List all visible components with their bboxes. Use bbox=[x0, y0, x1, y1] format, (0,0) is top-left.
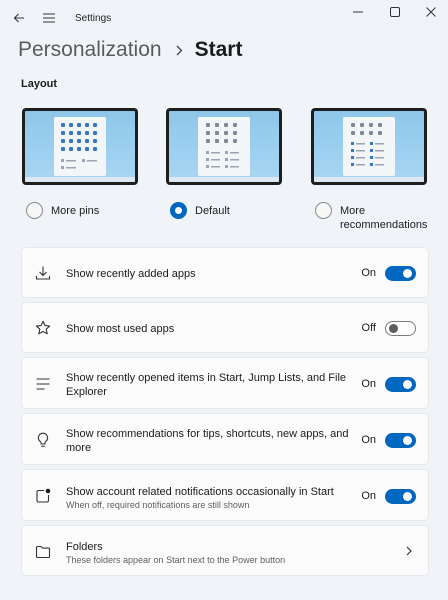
setting-label-main: Show account related notifications occas… bbox=[66, 486, 334, 498]
breadcrumb-personalization[interactable]: Personalization bbox=[18, 38, 162, 62]
preview-screen bbox=[25, 111, 135, 182]
hamburger-menu-icon[interactable] bbox=[39, 8, 59, 28]
radio-option-more-recommendations[interactable]: More recommendations bbox=[315, 202, 432, 232]
preview-screen bbox=[169, 111, 279, 182]
toggle-most-used-apps[interactable] bbox=[385, 321, 416, 336]
preview-screen bbox=[314, 111, 424, 182]
layout-preview-default[interactable] bbox=[166, 108, 282, 185]
back-arrow-icon[interactable] bbox=[9, 8, 29, 28]
toggle-state-text: On bbox=[361, 490, 376, 502]
radio-option-default[interactable]: Default bbox=[170, 202, 230, 219]
preview-taskbar bbox=[169, 177, 279, 182]
setting-label: Show recommendations for tips, shortcuts… bbox=[66, 428, 349, 454]
setting-label: Show recently added apps bbox=[66, 268, 196, 280]
setting-label: Show recently opened items in Start, Jum… bbox=[66, 372, 347, 398]
radio-label: Default bbox=[195, 205, 230, 217]
setting-label: Folders These folders appear on Start ne… bbox=[66, 540, 366, 566]
chevron-right-icon bbox=[176, 45, 183, 56]
radio-option-more-pins[interactable]: More pins bbox=[26, 202, 99, 219]
breadcrumb: Personalization Start bbox=[18, 36, 242, 64]
setting-card-recently-opened-items: Show recently opened items in Start, Jum… bbox=[21, 357, 429, 409]
radio-default[interactable] bbox=[170, 202, 187, 219]
setting-label-main: Folders bbox=[66, 541, 103, 553]
layout-preview-more-recommendations[interactable] bbox=[311, 108, 427, 185]
layout-preview-more-pins[interactable] bbox=[22, 108, 138, 185]
radio-label: More pins bbox=[51, 205, 100, 217]
toggle-state-text: Off bbox=[361, 322, 376, 334]
preview-taskbar bbox=[314, 177, 424, 182]
setting-card-account-notifications: Show account related notifications occas… bbox=[21, 469, 429, 521]
toggle-state-text: On bbox=[361, 267, 376, 279]
toggle-recently-opened-items[interactable] bbox=[385, 377, 416, 392]
toggle-state-text: On bbox=[361, 434, 376, 446]
setting-card-folders[interactable]: Folders These folders appear on Start ne… bbox=[21, 525, 429, 576]
lightbulb-icon bbox=[34, 431, 52, 449]
download-icon bbox=[34, 264, 52, 282]
toggle-account-notifications[interactable] bbox=[385, 489, 416, 504]
setting-label: Show account related notifications occas… bbox=[66, 485, 356, 511]
star-icon bbox=[34, 319, 52, 337]
toggle-recently-added-apps[interactable] bbox=[385, 266, 416, 281]
start-menu-thumbnail bbox=[343, 117, 395, 176]
page-title: Start bbox=[194, 38, 243, 61]
section-title-layout: Layout bbox=[21, 78, 58, 90]
notification-badge-icon bbox=[34, 487, 52, 505]
radio-more-pins[interactable] bbox=[26, 202, 43, 219]
setting-sublabel: When off, required notifications are sti… bbox=[66, 500, 250, 510]
title-bar: Settings bbox=[0, 0, 448, 36]
start-menu-thumbnail bbox=[54, 117, 106, 176]
maximize-icon[interactable] bbox=[383, 4, 407, 20]
chevron-right-icon[interactable] bbox=[404, 544, 414, 558]
toggle-recommendations[interactable] bbox=[385, 433, 416, 448]
setting-sublabel: These folders appear on Start next to th… bbox=[66, 555, 286, 565]
close-icon[interactable] bbox=[419, 4, 443, 20]
preview-taskbar bbox=[25, 177, 135, 182]
start-menu-thumbnail bbox=[198, 117, 250, 176]
toggle-state-text: On bbox=[361, 378, 376, 390]
setting-card-recently-added-apps: Show recently added apps On bbox=[21, 247, 429, 298]
setting-label: Show most used apps bbox=[66, 323, 175, 335]
radio-more-recommendations[interactable] bbox=[315, 202, 332, 219]
setting-card-most-used-apps: Show most used apps Off bbox=[21, 302, 429, 353]
app-title: Settings bbox=[75, 13, 112, 24]
setting-card-recommendations: Show recommendations for tips, shortcuts… bbox=[21, 413, 429, 465]
list-lines-icon bbox=[34, 375, 52, 393]
radio-label: More recommendations bbox=[340, 205, 428, 231]
folder-icon bbox=[34, 543, 52, 561]
minimize-icon[interactable] bbox=[346, 4, 370, 20]
